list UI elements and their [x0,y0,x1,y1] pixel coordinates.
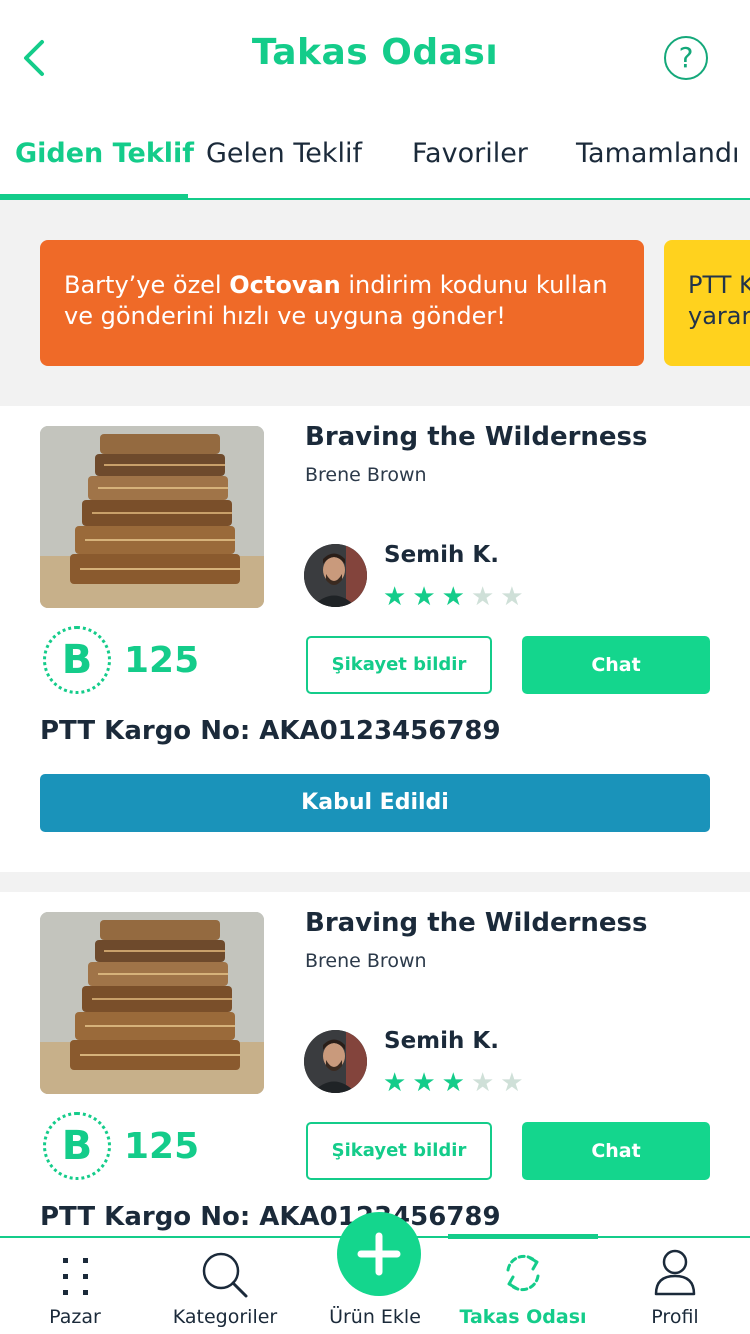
star-empty-icon: ★ [500,582,530,612]
nav-label-kategoriler: Kategoriler [172,1306,278,1328]
tab-tamamlandi[interactable]: Tamamlandı [576,138,740,169]
nav-pazar[interactable]: Pazar [0,1238,150,1334]
star-filled-icon: ★ [383,1068,413,1098]
star-empty-icon: ★ [500,1068,530,1098]
user-avatar-image [304,1030,367,1093]
points-value: 125 [124,640,200,681]
offer-card: Braving the Wilderness Brene Brown Semih… [0,892,750,1236]
nav-takas-odasi[interactable]: Takas Odası [448,1238,598,1334]
cargo-number: PTT Kargo No: AKA0123456789 [40,1202,501,1232]
plus-icon [357,1232,401,1276]
complain-button[interactable]: Şikayet bildir [306,636,492,694]
points-value: 125 [124,1126,200,1167]
promo-text-before: Barty’ye özel [64,271,230,299]
star-empty-icon: ★ [470,582,501,612]
nav-kategoriler[interactable]: Kategoriler [150,1238,300,1334]
add-product-button[interactable] [337,1212,421,1296]
book-title[interactable]: Braving the Wilderness [305,422,648,452]
book-author: Brene Brown [305,464,427,486]
promo-banner-ptt[interactable]: PTT K yarar [664,240,750,366]
tab-bar: Giden Teklif Gelen Teklif Favoriler Tama… [0,110,750,200]
grid-dots-icon [63,1258,88,1295]
chat-button[interactable]: Chat [522,636,710,694]
nav-profil[interactable]: Profil [600,1238,750,1334]
user-name[interactable]: Semih K. [384,542,499,568]
nav-label-urun-ekle: Ürün Ekle [329,1306,421,1328]
promo-ptt-line2: yarar [688,302,750,330]
star-filled-icon: ★ [412,1068,442,1098]
nav-label-profil: Profil [651,1306,699,1328]
chat-button[interactable]: Chat [522,1122,710,1180]
star-filled-icon: ★ [412,582,442,612]
rating-stars: ★★★★★ [383,582,530,612]
book-title[interactable]: Braving the Wilderness [305,908,648,938]
star-filled-icon: ★ [441,582,471,612]
tab-gelen-teklif[interactable]: Gelen Teklif [206,138,362,169]
avatar[interactable] [304,544,367,607]
books-stack-illustration [40,426,264,608]
star-filled-icon: ★ [383,582,413,612]
book-image[interactable] [40,912,264,1094]
star-empty-icon: ★ [470,1068,501,1098]
complain-button[interactable]: Şikayet bildir [306,1122,492,1180]
user-name[interactable]: Semih K. [384,1028,499,1054]
help-button[interactable]: ? [664,36,708,80]
nav-label-takas-odasi: Takas Odası [459,1306,587,1328]
offer-card: Braving the Wilderness Brene Brown Semih… [0,406,750,872]
points-coin-icon: B [43,626,111,694]
points-coin-icon: B [43,1112,111,1180]
accepted-status-button[interactable]: Kabul Edildi [40,774,710,832]
app-header: Takas Odası ? [0,0,750,110]
active-tab-indicator [0,194,188,199]
promo-highlight: Octovan [229,271,341,299]
tab-favoriler[interactable]: Favoriler [412,138,528,169]
books-stack-illustration [40,912,264,1094]
book-author: Brene Brown [305,950,427,972]
search-icon [202,1252,248,1298]
cargo-number: PTT Kargo No: AKA0123456789 [40,716,501,746]
page-title: Takas Odası [251,32,499,73]
star-filled-icon: ★ [441,1068,471,1098]
avatar[interactable] [304,1030,367,1093]
rating-stars: ★★★★★ [383,1068,530,1098]
promo-banner-octovan[interactable]: Barty’ye özel Octovan indirim kodunu kul… [40,240,644,366]
tab-giden-teklif[interactable]: Giden Teklif [15,138,194,169]
nav-label-pazar: Pazar [49,1306,101,1328]
promo-ptt-line1: PTT K [688,271,750,299]
user-avatar-image [304,544,367,607]
question-mark-icon: ? [678,41,694,74]
promo-carousel[interactable]: Barty’ye özel Octovan indirim kodunu kul… [0,200,750,406]
swap-cycle-icon [506,1254,540,1292]
user-icon [654,1249,696,1296]
book-image[interactable] [40,426,264,608]
